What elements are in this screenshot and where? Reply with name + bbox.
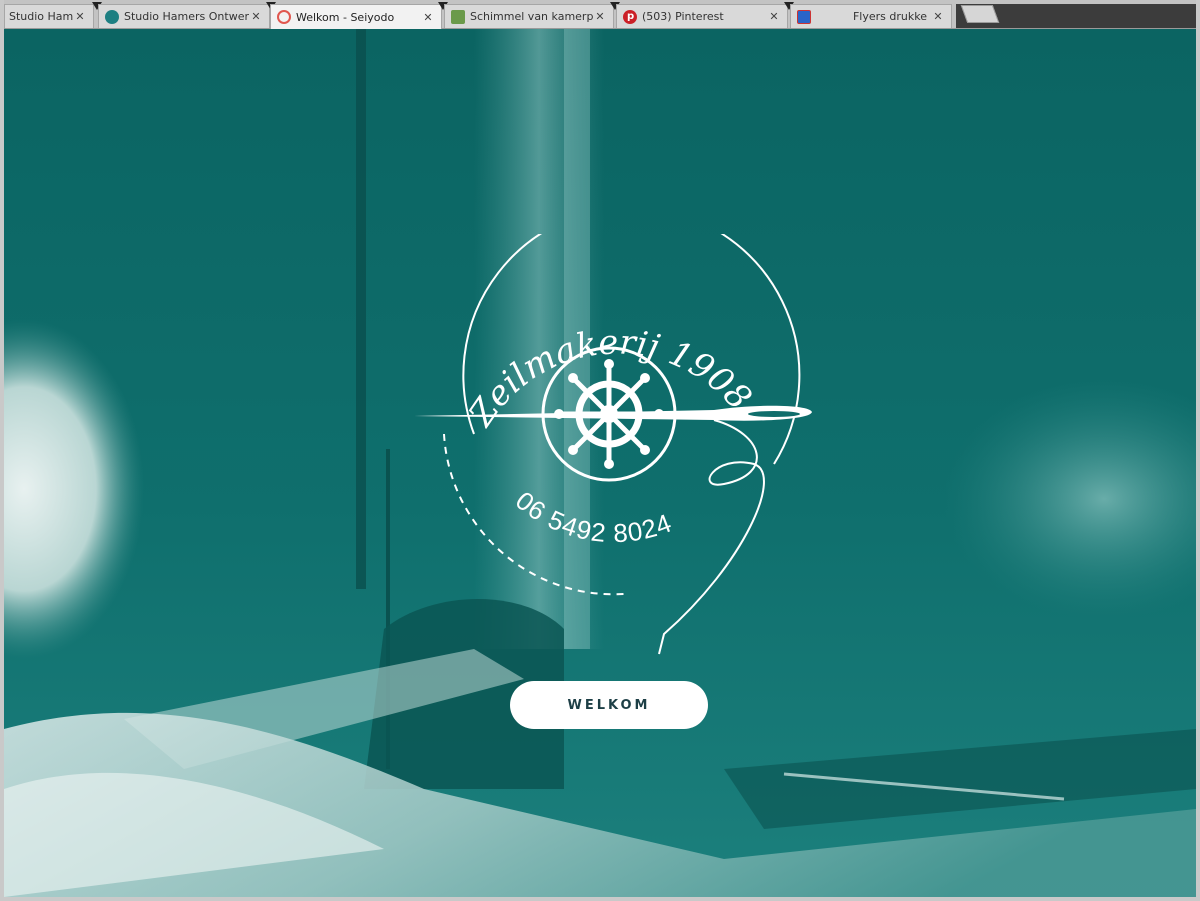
ship-wheel-icon	[554, 359, 664, 469]
teal-circle-icon	[105, 9, 119, 24]
welkom-button[interactable]: WELKOM	[510, 681, 708, 729]
tab-welkom-seiyodo[interactable]: Welkom - Seiyodo ✕	[270, 4, 442, 29]
tab-title: Welkom - Seiyodo	[296, 10, 395, 24]
logo-phone-text: 06 5492 8024	[510, 485, 676, 548]
close-icon[interactable]: ✕	[421, 11, 435, 24]
tab-title: Schimmel van kamerpla	[470, 10, 593, 23]
red-ring-icon	[277, 10, 291, 24]
close-icon[interactable]: ✕	[767, 10, 781, 23]
tab-pinterest[interactable]: p (503) Pinterest ✕	[616, 4, 788, 28]
pinterest-icon: p	[623, 9, 637, 24]
close-icon[interactable]: ✕	[593, 10, 607, 23]
tab-title: Studio Ham	[9, 10, 73, 23]
tab-flyers-drukken[interactable]: Flyers drukke ✕	[790, 4, 952, 28]
tab-title: Flyers drukke	[852, 10, 927, 23]
blue-square-icon	[797, 9, 811, 24]
tab-schimmel[interactable]: Schimmel van kamerpla ✕	[444, 4, 614, 28]
green-square-icon	[451, 9, 465, 24]
thread-line	[658, 419, 765, 655]
close-icon[interactable]: ✕	[73, 10, 87, 23]
tab-studio-hamers[interactable]: Studio Hamers Ontwerp ✕	[98, 4, 270, 28]
zeilmakerij-logo: Zeilmakerij 1908 06 5492 8024	[414, 234, 812, 655]
page-viewport: Zeilmakerij 1908 06 5492 8024 WELKOM	[4, 29, 1196, 897]
tab-title: Studio Hamers Ontwerp	[124, 10, 249, 23]
tab-studio-ham[interactable]: Studio Ham ✕	[4, 4, 94, 28]
new-tab-button[interactable]	[960, 5, 1000, 23]
tab-title: (503) Pinterest	[642, 10, 724, 23]
close-icon[interactable]: ✕	[931, 10, 945, 23]
close-icon[interactable]: ✕	[249, 10, 263, 23]
browser-window: Studio Ham ✕ Studio Hamers Ontwerp ✕ Wel…	[4, 0, 1196, 897]
tab-strip: Studio Ham ✕ Studio Hamers Ontwerp ✕ Wel…	[4, 0, 1196, 29]
